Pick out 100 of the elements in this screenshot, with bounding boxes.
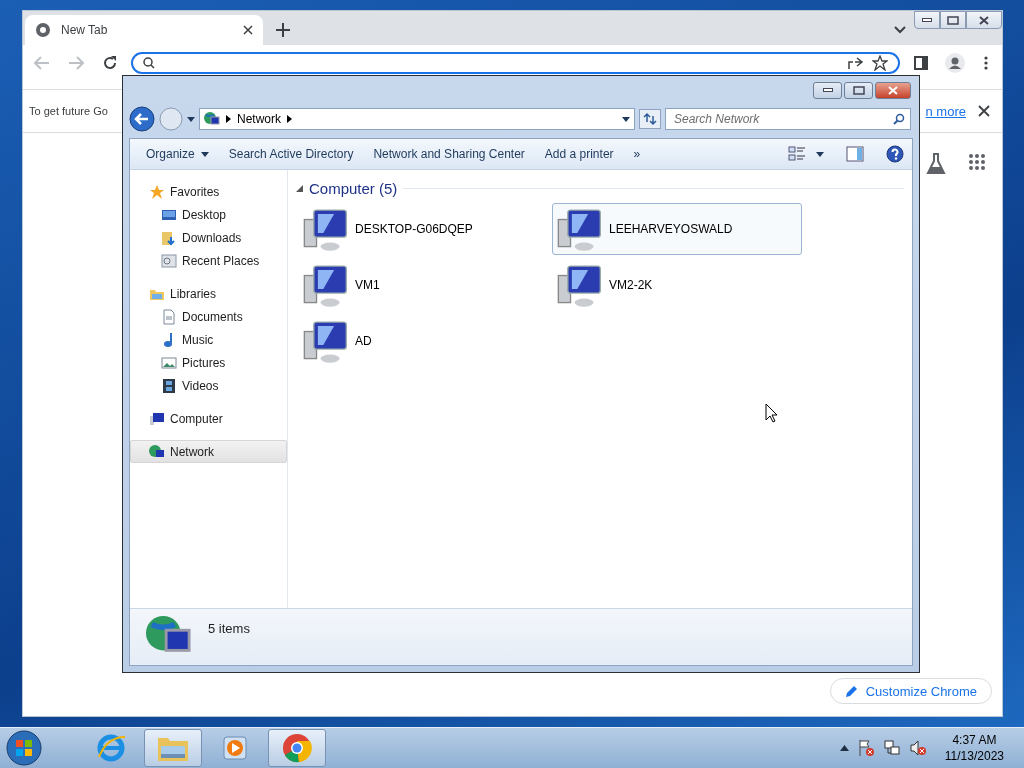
flask-icon[interactable] [926,153,946,175]
refresh-icon[interactable] [639,109,661,129]
plus-icon[interactable] [276,23,290,37]
network-icon [149,443,165,460]
nav-item[interactable]: Recent Places [130,249,287,272]
help-icon[interactable] [886,145,904,163]
nav-item[interactable]: Videos [130,374,287,397]
dropdown-caret-icon [622,116,630,122]
nav-label: Computer [170,411,223,426]
pencil-icon [844,684,858,698]
close-icon[interactable] [978,105,990,117]
maximize-icon [947,15,959,25]
address-field[interactable]: Network [199,108,635,130]
pc-monitor-icon [557,262,603,308]
side-panel-icon[interactable] [914,56,928,70]
clock[interactable]: 4:37 AM 11/13/2023 [944,732,1004,764]
minimize-icon [822,88,833,92]
nav-label: Pictures [182,355,226,370]
info-message: To get future Go [29,105,108,117]
customize-chrome-button[interactable]: Customize Chrome [829,678,992,704]
pc-monitor-icon [303,318,349,364]
show-hidden-icons[interactable] [839,745,849,751]
computer-icon [149,410,165,427]
muted-speaker-icon[interactable] [908,739,927,757]
view-options-icon[interactable] [788,146,806,162]
breadcrumb-arrow-icon [226,115,231,123]
network-icon [204,111,220,127]
more-commands-button[interactable]: » [625,143,649,165]
minimize-button[interactable] [813,81,842,99]
nav-item[interactable]: Pictures [130,351,287,374]
nav-item[interactable]: Libraries [130,282,287,305]
device-tile[interactable]: VM2-2K [552,259,802,311]
command-button[interactable]: Organize [138,143,217,165]
device-name: LEEHARVEYOSWALD [609,222,733,236]
learn-more-link[interactable]: n more [925,103,966,119]
device-tile[interactable]: VM1 [298,259,548,311]
document-icon [161,308,177,325]
search-field[interactable]: Search Network [665,108,911,130]
maximize-icon [852,85,865,95]
command-button[interactable]: Search Active Directory [220,143,362,165]
item-count: 5 items [208,621,250,636]
nav-item[interactable]: Favorites [130,180,287,203]
command-button[interactable]: Add a printer [536,143,622,165]
preview-pane-icon[interactable] [846,146,864,162]
taskbar-button[interactable] [144,729,202,767]
device-tile[interactable]: DESKTOP-G06DQEP [298,203,548,255]
minimize-button[interactable] [914,11,940,29]
share-icon[interactable] [848,56,864,70]
nav-item[interactable]: Downloads [130,226,287,249]
reload-icon[interactable] [102,55,118,71]
mouse-cursor-icon [765,403,778,423]
profile-icon[interactable] [945,53,965,73]
nav-label: Downloads [182,230,242,245]
close-icon [979,15,989,25]
nav-label: Documents [182,309,243,324]
menu-icon[interactable] [984,56,988,70]
picture-icon [161,354,177,371]
device-tile[interactable]: AD [298,315,548,367]
pc-monitor-icon [303,262,349,308]
window-icon [161,252,177,269]
chrome-logo-icon [282,733,312,763]
taskbar-button[interactable] [268,729,326,767]
nav-item[interactable]: Computer [130,407,287,430]
nav-item[interactable]: Documents [130,305,287,328]
browser-tab[interactable]: New Tab [25,15,263,45]
address-bar[interactable] [131,52,900,74]
device-name: DESKTOP-G06DQEP [355,222,473,236]
breadcrumb-item[interactable]: Network [237,112,281,126]
start-button[interactable] [4,729,44,767]
pc-monitor-icon [557,206,603,252]
film-icon [161,377,177,394]
device-name: AD [355,334,372,348]
maximize-button[interactable] [844,81,873,99]
device-name: VM1 [355,278,380,292]
breadcrumb-arrow-icon [287,115,292,123]
collapse-triangle-icon[interactable] [296,185,303,192]
nav-item[interactable]: Network [130,440,287,463]
nav-item[interactable]: Music [130,328,287,351]
media-player-icon [221,734,249,762]
close-button[interactable] [966,11,1002,29]
device-tile[interactable]: LEEHARVEYOSWALD [552,203,802,255]
browser-e-icon [96,733,126,763]
command-button[interactable]: Network and Sharing Center [365,143,533,165]
action-center-flag-icon[interactable] [856,739,875,757]
folder-icon [161,229,177,246]
search-icon [143,57,155,69]
nav-item[interactable]: Desktop [130,203,287,226]
nav-label: Videos [182,378,219,393]
star-icon[interactable] [872,55,888,71]
maximize-button[interactable] [940,11,966,29]
back-button[interactable] [129,106,155,132]
chrome-logo-icon [35,22,51,38]
device-name: VM2-2K [609,278,653,292]
close-button[interactable] [875,81,911,99]
close-icon[interactable] [243,25,253,35]
chevron-down-icon[interactable] [894,26,906,34]
apps-grid-icon[interactable] [968,153,986,171]
minimize-icon [922,18,932,22]
network-status-icon[interactable] [882,739,901,757]
view-caret-icon [816,151,824,157]
